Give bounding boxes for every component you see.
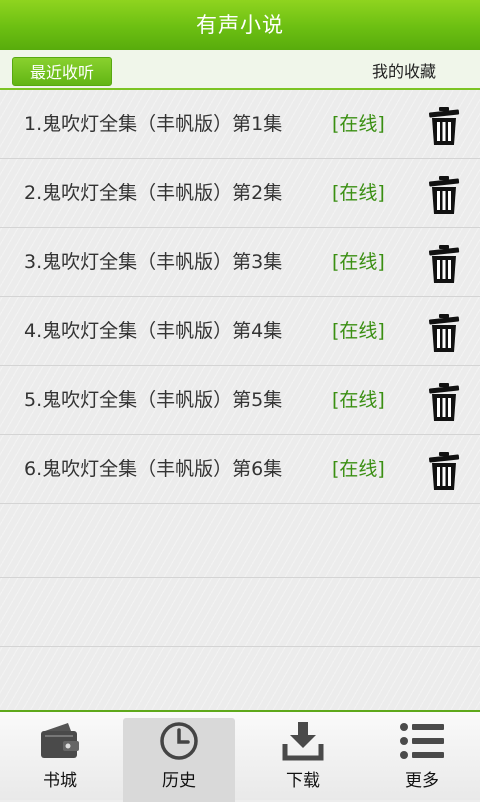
episode-title: 4.鬼吹灯全集（丰帆版）第4集 <box>24 320 283 342</box>
list-item[interactable]: 5.鬼吹灯全集（丰帆版）第5集 [在线] <box>0 366 480 435</box>
tab-bar: 最近收听 我的收藏 <box>0 50 480 90</box>
app-title: 有声小说 <box>0 0 480 50</box>
wallet-icon <box>41 723 79 758</box>
nav-label: 下载 <box>286 771 320 791</box>
nav-more[interactable]: 更多 <box>366 718 478 802</box>
trash-icon[interactable] <box>426 313 462 353</box>
nav-label: 更多 <box>405 771 439 791</box>
download-icon <box>282 722 324 761</box>
nav-history[interactable]: 历史 <box>123 718 235 802</box>
trash-icon[interactable] <box>426 106 462 146</box>
episode-title: 2.鬼吹灯全集（丰帆版）第2集 <box>24 182 283 204</box>
online-status: [在线] <box>332 389 385 411</box>
trash-icon[interactable] <box>426 382 462 422</box>
tab-recent-listening[interactable]: 最近收听 <box>12 57 112 86</box>
bottom-nav: 书城 历史 下载 更多 <box>0 710 480 802</box>
history-list: 1.鬼吹灯全集（丰帆版）第1集 [在线] 2.鬼吹灯全集（丰帆版）第2集 [在线… <box>0 90 480 710</box>
online-status: [在线] <box>332 182 385 204</box>
list-icon <box>400 723 444 759</box>
list-item[interactable]: 3.鬼吹灯全集（丰帆版）第3集 [在线] <box>0 228 480 297</box>
list-item[interactable]: 2.鬼吹灯全集（丰帆版）第2集 [在线] <box>0 159 480 228</box>
row-divider <box>0 646 480 647</box>
trash-icon[interactable] <box>426 175 462 215</box>
episode-title: 1.鬼吹灯全集（丰帆版）第1集 <box>24 113 283 135</box>
row-divider <box>0 577 480 578</box>
list-item[interactable]: 1.鬼吹灯全集（丰帆版）第1集 [在线] <box>0 90 480 159</box>
nav-label: 历史 <box>162 771 196 791</box>
tab-my-favorites[interactable]: 我的收藏 <box>372 57 436 86</box>
nav-label: 书城 <box>43 771 77 791</box>
online-status: [在线] <box>332 458 385 480</box>
list-item[interactable]: 6.鬼吹灯全集（丰帆版）第6集 [在线] <box>0 435 480 504</box>
nav-download[interactable]: 下载 <box>247 718 359 802</box>
episode-title: 5.鬼吹灯全集（丰帆版）第5集 <box>24 389 283 411</box>
episode-title: 3.鬼吹灯全集（丰帆版）第3集 <box>24 251 283 273</box>
trash-icon[interactable] <box>426 244 462 284</box>
online-status: [在线] <box>332 113 385 135</box>
online-status: [在线] <box>332 320 385 342</box>
list-item[interactable]: 4.鬼吹灯全集（丰帆版）第4集 [在线] <box>0 297 480 366</box>
episode-title: 6.鬼吹灯全集（丰帆版）第6集 <box>24 458 283 480</box>
trash-icon[interactable] <box>426 451 462 491</box>
clock-icon <box>160 722 198 760</box>
online-status: [在线] <box>332 251 385 273</box>
nav-bookstore[interactable]: 书城 <box>4 718 116 802</box>
